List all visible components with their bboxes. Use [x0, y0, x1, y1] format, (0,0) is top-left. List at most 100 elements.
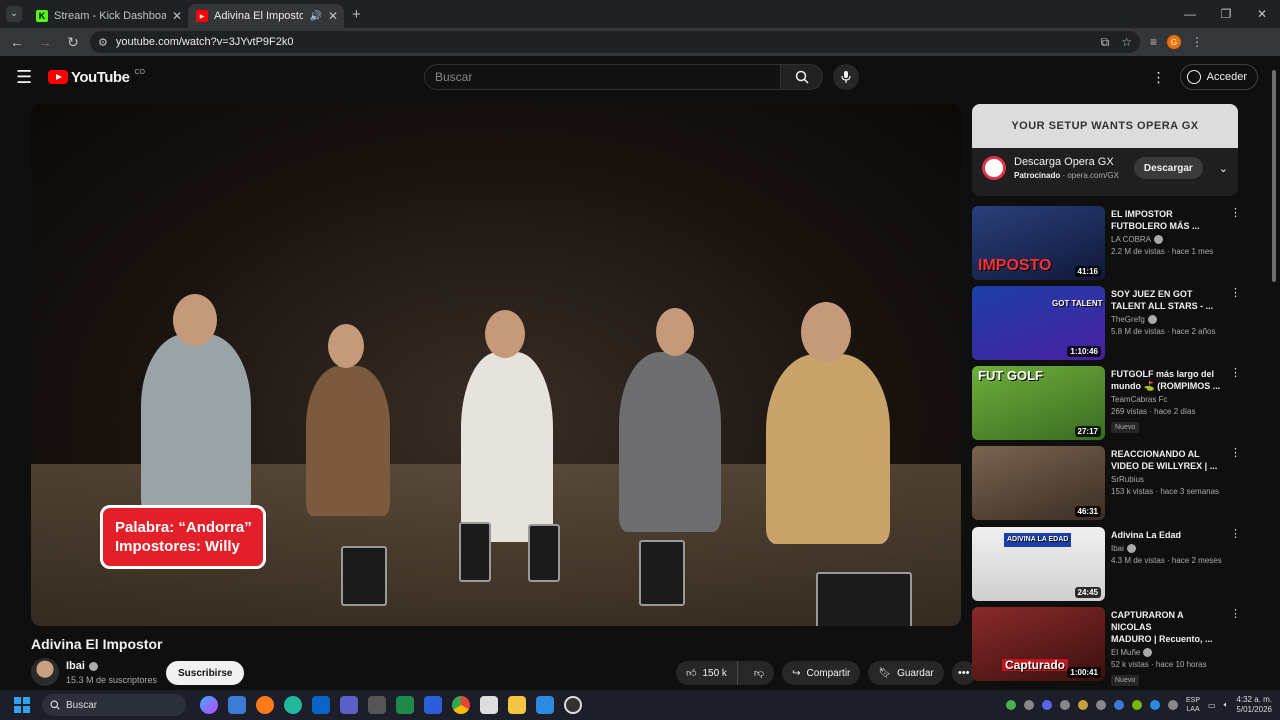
folder-icon[interactable]: [508, 696, 526, 714]
recommendation-channel[interactable]: TheGrefg: [1111, 315, 1224, 324]
channel-name[interactable]: Ibai: [66, 660, 85, 672]
reload-button[interactable]: ↻: [62, 31, 84, 53]
tab-search-button[interactable]: ⌄: [0, 0, 28, 28]
forward-button[interactable]: →: [34, 31, 56, 53]
video-thumbnail[interactable]: 46:31: [972, 446, 1105, 520]
settings-kebab-icon[interactable]: ⋮: [1152, 69, 1166, 86]
tray-app-icon[interactable]: [1060, 700, 1071, 710]
share-button[interactable]: ↪ Compartir: [782, 661, 861, 685]
obs-icon[interactable]: [564, 696, 582, 714]
search-input[interactable]: [424, 64, 781, 90]
nvidia-icon[interactable]: [1132, 700, 1143, 710]
profile-avatar[interactable]: G: [1167, 35, 1182, 49]
tab-close-icon[interactable]: ✕: [328, 9, 338, 23]
ad-title[interactable]: Descarga Opera GX: [1014, 156, 1126, 168]
recommendation-item[interactable]: Capturado 1:00:41 CAPTURARON A NICOLAS MA…: [972, 607, 1241, 686]
language-indicator[interactable]: ESP LAA: [1186, 696, 1200, 714]
app-icon[interactable]: [424, 696, 442, 714]
recommendation-title[interactable]: REACCIONANDO AL VIDEO DE WILLYREX | ...: [1111, 448, 1221, 472]
tray-app-icon[interactable]: [1096, 700, 1107, 710]
video-thumbnail[interactable]: IMPOSTO 41:16: [972, 206, 1105, 280]
video-thumbnail[interactable]: FUT GOLF 27:17: [972, 366, 1105, 440]
item-menu-icon[interactable]: ⋮: [1230, 446, 1241, 520]
volume-icon[interactable]: 🔈︎: [1224, 700, 1229, 710]
video-thumbnail[interactable]: GOT TALENT 1:10:46: [972, 286, 1105, 360]
save-button[interactable]: 🔖︎ Guardar: [868, 661, 944, 685]
media-controls-icon[interactable]: ≡: [1150, 35, 1157, 49]
item-menu-icon[interactable]: ⋮: [1230, 366, 1241, 440]
sponsored-ad-card[interactable]: YOUR SETUP WANTS OPERA GX Descarga Opera…: [972, 104, 1238, 196]
item-menu-icon[interactable]: ⋮: [1230, 286, 1241, 360]
site-info-icon[interactable]: ⚙: [98, 36, 108, 49]
ad-download-button[interactable]: Descargar: [1133, 157, 1203, 179]
item-menu-icon[interactable]: ⋮: [1230, 206, 1241, 280]
new-tab-button[interactable]: +: [352, 6, 361, 23]
recommendation-channel[interactable]: SrRubius: [1111, 475, 1224, 484]
item-menu-icon[interactable]: ⋮: [1230, 527, 1241, 601]
channel-name-row[interactable]: Ibai: [66, 660, 98, 672]
video-thumbnail[interactable]: ADIVINA LA EDAD 24:45: [972, 527, 1105, 601]
tab-close-icon[interactable]: ✕: [172, 9, 182, 23]
network-icon[interactable]: ▭: [1208, 701, 1216, 710]
recommendation-title[interactable]: EL IMPOSTOR FUTBOLERO MÁS ...: [1111, 208, 1221, 232]
tray-app-icon[interactable]: [1024, 700, 1035, 710]
bookmark-star-icon[interactable]: ☆: [1121, 35, 1132, 50]
video-thumbnail[interactable]: Capturado 1:00:41: [972, 607, 1105, 681]
recommendation-channel[interactable]: TeamCabras Fc: [1111, 395, 1224, 404]
recommendation-title[interactable]: CAPTURARON A NICOLAS MADURO | Recuento, .…: [1111, 609, 1221, 645]
dislike-button[interactable]: 👎︎: [744, 661, 774, 685]
like-button[interactable]: 👍︎ 150 k: [676, 661, 738, 685]
outlook-icon[interactable]: [312, 696, 330, 714]
tray-app-icon[interactable]: [1168, 700, 1179, 710]
window-close-button[interactable]: ✕: [1244, 7, 1280, 21]
tray-app-icon[interactable]: [1078, 700, 1089, 710]
recommendation-title[interactable]: SOY JUEZ EN GOT TALENT ALL STARS - ...: [1111, 288, 1221, 312]
tray-app-icon[interactable]: [1006, 700, 1017, 710]
minimize-button[interactable]: —: [1172, 7, 1208, 21]
browser-tab-youtube[interactable]: ▶ Adivina El Impostor - YouTu 🔊 ✕: [188, 4, 344, 28]
discord-icon[interactable]: [1042, 700, 1053, 710]
url-omnibox[interactable]: ⚙ youtube.com/watch?v=3JYvtP9F2k0 ⧉ ☆: [90, 31, 1140, 53]
store-icon[interactable]: [228, 696, 246, 714]
recommendation-channel[interactable]: Ibai: [1111, 544, 1224, 553]
hamburger-menu-icon[interactable]: ☰: [16, 67, 40, 88]
restore-button[interactable]: ❐: [1208, 7, 1244, 21]
recommendation-channel[interactable]: El Muñe: [1111, 648, 1224, 657]
ad-banner[interactable]: YOUR SETUP WANTS OPERA GX: [972, 104, 1238, 148]
firefox-icon[interactable]: [256, 696, 274, 714]
teams-icon[interactable]: [340, 696, 358, 714]
copilot-icon[interactable]: [200, 696, 218, 714]
edge-icon[interactable]: [284, 696, 302, 714]
excel-icon[interactable]: [396, 696, 414, 714]
channel-avatar[interactable]: [31, 658, 59, 686]
back-button[interactable]: ←: [6, 31, 28, 53]
search-button[interactable]: [781, 64, 823, 90]
browser-tab-kick[interactable]: K Stream - Kick Dashboard ✕: [28, 4, 188, 28]
recommendation-title[interactable]: Adivina La Edad: [1111, 529, 1221, 541]
voice-search-button[interactable]: [833, 64, 859, 90]
taskbar-clock[interactable]: 4:32 a. m. 5/01/2026: [1236, 695, 1272, 715]
youtube-logo[interactable]: YouTube CO: [48, 69, 145, 86]
signin-button[interactable]: Acceder: [1179, 64, 1258, 90]
browser-menu-icon[interactable]: ⋮: [1191, 35, 1203, 49]
windows-start-icon[interactable]: [14, 697, 30, 713]
chrome-icon[interactable]: [452, 696, 470, 714]
calculator-icon[interactable]: [368, 696, 386, 714]
recommendation-channel[interactable]: LA COBRA: [1111, 235, 1224, 244]
chevron-down-icon[interactable]: ⌄: [1219, 162, 1228, 175]
recommendation-item[interactable]: FUT GOLF 27:17 FUTGOLF más largo del mund…: [972, 366, 1241, 440]
item-menu-icon[interactable]: ⋮: [1230, 607, 1241, 681]
subscribe-button[interactable]: Suscribirse: [166, 661, 245, 685]
recommendation-title[interactable]: FUTGOLF más largo del mundo ⛳ (ROMPIMOS .…: [1111, 368, 1221, 392]
recommendation-item[interactable]: ADIVINA LA EDAD 24:45 Adivina La Edad Ib…: [972, 527, 1241, 601]
install-app-icon[interactable]: ⧉: [1101, 35, 1110, 50]
shield-icon[interactable]: [1114, 700, 1125, 710]
speaker-icon[interactable]: 🔊: [309, 11, 321, 22]
page-scrollbar[interactable]: [1272, 70, 1276, 282]
tray-app-icon[interactable]: [1150, 700, 1161, 710]
notes-icon[interactable]: [480, 696, 498, 714]
video-player[interactable]: Palabra: “Andorra” Impostores: Willy: [31, 104, 961, 626]
taskbar-search[interactable]: Buscar: [42, 694, 186, 716]
recommendation-item[interactable]: IMPOSTO 41:16 EL IMPOSTOR FUTBOLERO MÁS .…: [972, 206, 1241, 280]
recommendation-item[interactable]: GOT TALENT 1:10:46 SOY JUEZ EN GOT TALENT…: [972, 286, 1241, 360]
